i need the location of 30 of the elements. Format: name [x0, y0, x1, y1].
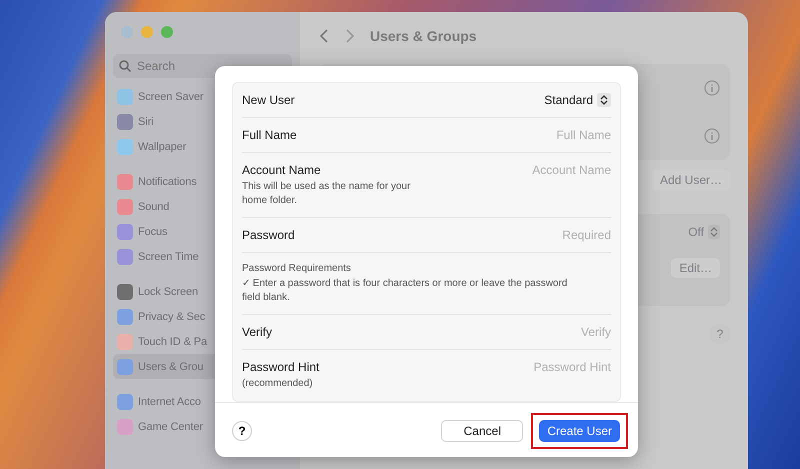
account-type-popup[interactable]: Standard: [544, 93, 611, 107]
requirements-heading: Password Requirements: [242, 263, 352, 274]
window-title: Users & Groups: [370, 28, 477, 44]
field-label: Account Name: [242, 163, 322, 177]
field-label: Verify: [242, 325, 272, 339]
edit-button[interactable]: Edit…: [671, 258, 720, 278]
field-label: New User: [242, 93, 295, 107]
zoom-button[interactable]: [161, 26, 173, 38]
text-field[interactable]: Full Name: [461, 128, 611, 142]
field-label: Password: [242, 228, 295, 242]
minimize-button[interactable]: [141, 26, 153, 38]
forward-icon[interactable]: [344, 28, 356, 44]
info-icon[interactable]: [704, 80, 720, 96]
field-description: This will be used as the name for your home folder.: [242, 180, 412, 207]
field-description: (recommended): [242, 377, 314, 390]
text-field[interactable]: Required: [461, 228, 611, 242]
stepper-icon: [597, 93, 611, 107]
stepper-icon: [708, 225, 720, 239]
text-field[interactable]: Account Name: [461, 163, 611, 177]
requirements-text: ✓ Enter a password that is four characters or more or leave the password field blank.: [242, 277, 568, 304]
add-user-button[interactable]: Add User…: [652, 170, 730, 190]
back-icon[interactable]: [318, 28, 330, 44]
text-field[interactable]: Verify: [461, 325, 611, 339]
text-field[interactable]: Password Hint: [461, 360, 611, 374]
field-label: Full Name: [242, 128, 297, 142]
help-button[interactable]: ?: [232, 420, 252, 440]
login-popup[interactable]: Off: [688, 225, 720, 239]
dialog-button[interactable]: Create User: [539, 420, 620, 442]
info-icon[interactable]: [704, 128, 720, 144]
dialog-button[interactable]: Cancel: [441, 420, 524, 442]
